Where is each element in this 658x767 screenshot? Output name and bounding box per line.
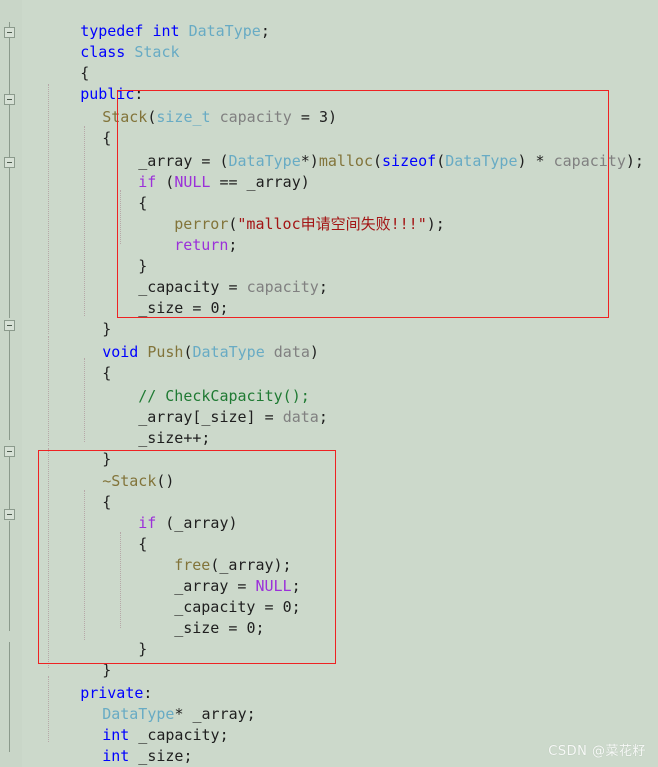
fold-marker-destructor[interactable] bbox=[4, 446, 15, 457]
token-type: size_t bbox=[156, 108, 211, 126]
token-number: 3 bbox=[318, 108, 328, 126]
fold-marker-if-array[interactable] bbox=[4, 509, 15, 520]
code-line[interactable]: } bbox=[48, 639, 111, 679]
token-parameter: data bbox=[273, 343, 310, 361]
code-line[interactable]: typedef int DataType; bbox=[26, 0, 270, 40]
token-parameter: data bbox=[282, 408, 319, 426]
code-line[interactable]: private: bbox=[26, 662, 152, 702]
code-line[interactable]: }; bbox=[26, 746, 98, 767]
code-line[interactable]: return; bbox=[120, 214, 237, 254]
code-line[interactable]: { bbox=[84, 513, 147, 553]
code-line[interactable]: ~Stack() bbox=[48, 450, 174, 490]
token-string: "malloc申请空间失败!!!" bbox=[237, 215, 427, 233]
code-line[interactable]: _array[_size] = data; bbox=[84, 386, 328, 426]
code-line[interactable]: perror("malloc申请空间失败!!!"); bbox=[120, 193, 445, 233]
token-type: DataType bbox=[192, 343, 265, 361]
code-line[interactable]: } bbox=[84, 618, 147, 658]
code-line[interactable]: if (_array) bbox=[84, 492, 237, 532]
code-line[interactable]: if (NULL == _array) bbox=[84, 151, 310, 191]
token-keyword: sizeof bbox=[382, 152, 437, 170]
code-line[interactable]: _size = 0; bbox=[84, 277, 228, 317]
code-line[interactable]: int _capacity; bbox=[48, 704, 228, 744]
token-function: malloc bbox=[318, 152, 373, 170]
code-line[interactable]: _array = (DataType*)malloc(sizeof(DataTy… bbox=[84, 130, 644, 170]
code-line[interactable]: class Stack bbox=[26, 21, 179, 61]
code-line[interactable]: _size++; bbox=[84, 407, 210, 447]
fold-guide-line bbox=[9, 105, 10, 157]
fold-guide-line bbox=[9, 521, 10, 631]
token-keyword: int bbox=[102, 747, 130, 765]
fold-guide-line bbox=[9, 330, 10, 440]
code-line[interactable]: } bbox=[84, 235, 147, 275]
fold-guide-line bbox=[9, 452, 10, 510]
fold-guide-line bbox=[9, 168, 10, 318]
fold-margin bbox=[0, 0, 22, 767]
code-line[interactable]: _capacity = 0; bbox=[120, 576, 300, 616]
fold-guide-line bbox=[9, 642, 10, 752]
code-line[interactable]: free(_array); bbox=[120, 534, 291, 574]
code-line[interactable]: _size = 0; bbox=[120, 597, 264, 637]
fold-marker-class-stack[interactable] bbox=[4, 27, 15, 38]
token-type: DataType bbox=[445, 152, 518, 170]
token-identifier: _size = bbox=[138, 299, 211, 317]
code-line[interactable]: Stack(size_t capacity = 3) bbox=[48, 86, 337, 126]
fold-marker-push-method[interactable] bbox=[4, 320, 15, 331]
token-identifier: _size++; bbox=[138, 429, 211, 447]
token-punct: ; bbox=[260, 22, 270, 40]
token-identifier: _size; bbox=[129, 747, 193, 765]
code-line[interactable]: void Push(DataType data) bbox=[48, 321, 319, 361]
token-punct: ; bbox=[228, 236, 238, 254]
token-parameter: capacity bbox=[219, 108, 292, 126]
code-line[interactable]: { bbox=[48, 342, 111, 382]
token-brace: } bbox=[138, 640, 148, 658]
token-macro: NULL bbox=[174, 173, 211, 191]
token-type: DataType bbox=[188, 22, 261, 40]
code-line[interactable]: int _size; bbox=[48, 725, 192, 765]
code-line[interactable]: { bbox=[48, 107, 111, 147]
code-line[interactable]: { bbox=[48, 471, 111, 511]
token-identifier: _size = bbox=[174, 619, 247, 637]
token-keyword: return bbox=[174, 236, 229, 254]
token-parameter: capacity bbox=[553, 152, 626, 170]
token-number: 0 bbox=[282, 598, 292, 616]
code-line[interactable]: { bbox=[26, 42, 89, 82]
code-line[interactable]: DataType* _array; bbox=[48, 683, 256, 723]
code-line[interactable]: _capacity = capacity; bbox=[84, 256, 328, 296]
code-line[interactable]: public: bbox=[26, 63, 143, 103]
code-editor-screenshot: typedef int DataType; class Stack { publ… bbox=[0, 0, 658, 767]
code-line[interactable]: // CheckCapacity(); bbox=[84, 365, 310, 405]
code-surface[interactable]: typedef int DataType; class Stack { publ… bbox=[22, 0, 658, 767]
code-line[interactable]: } bbox=[48, 298, 111, 338]
fold-marker-constructor[interactable] bbox=[4, 94, 15, 105]
token-parameter: capacity bbox=[246, 278, 319, 296]
code-line[interactable]: _array = NULL; bbox=[120, 555, 300, 595]
csdn-watermark: CSDN @菜花籽 bbox=[548, 744, 646, 759]
token-function: Push bbox=[147, 343, 184, 361]
fold-marker-if-block[interactable] bbox=[4, 157, 15, 168]
token-type: Stack bbox=[134, 43, 180, 61]
code-line[interactable]: { bbox=[84, 172, 147, 212]
code-line[interactable]: } bbox=[48, 428, 111, 468]
fold-guide-line bbox=[9, 36, 10, 94]
